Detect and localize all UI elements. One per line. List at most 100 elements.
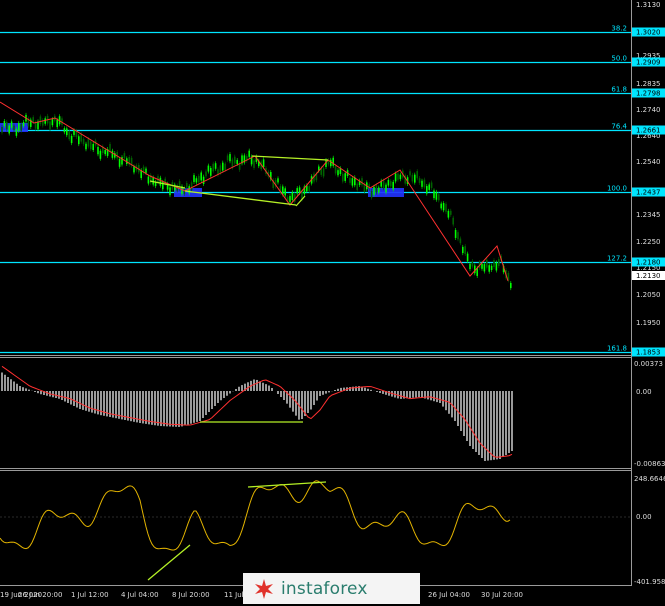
candle-body — [335, 166, 337, 173]
candle-body — [23, 122, 25, 126]
macd-bar — [433, 391, 435, 401]
macd-bar — [430, 391, 432, 400]
candle-body — [388, 180, 390, 186]
candle-body — [296, 188, 298, 193]
candle-body — [119, 159, 121, 167]
candle-body — [78, 136, 80, 144]
candle-body — [450, 211, 452, 215]
macd-bar — [409, 391, 411, 398]
macd-bar — [67, 391, 69, 403]
fib-price-label: 1.3020 — [636, 29, 661, 37]
logo-icon — [253, 578, 275, 600]
macd-bar — [496, 391, 498, 459]
macd-bar — [76, 391, 78, 408]
macd-bar — [256, 380, 258, 391]
macd-bar — [169, 391, 171, 427]
candle-body — [92, 144, 94, 150]
candle-body — [112, 151, 114, 158]
macd-bar — [295, 391, 297, 416]
macd-bar — [124, 391, 126, 420]
candle-body — [191, 182, 193, 190]
candle-body — [97, 147, 99, 154]
macd-bar — [427, 391, 429, 399]
candle-body — [52, 119, 54, 125]
macd-bar — [364, 388, 366, 391]
candle-body — [330, 160, 332, 166]
candle-body — [215, 163, 217, 169]
macd-bar — [151, 391, 153, 425]
candle-body — [145, 169, 147, 173]
candle-body — [392, 182, 394, 190]
macd-bar — [283, 391, 285, 400]
trading-chart[interactable]: 1.3130 1.2935 1.2835 1.2740 1.2640 1.254… — [0, 0, 665, 604]
candle-body — [457, 232, 459, 239]
macd-bar — [382, 391, 384, 394]
candle-body — [448, 211, 450, 218]
macd-bar — [340, 388, 342, 391]
price-tick-label: 1.1950 — [636, 319, 661, 327]
candle-body — [44, 118, 46, 123]
macd-bar — [181, 391, 183, 426]
macd-bar — [136, 391, 138, 422]
candle-body — [248, 151, 250, 157]
instaforex-logo: instaforex — [243, 573, 420, 604]
candle-body — [462, 247, 464, 253]
candle-body — [438, 194, 440, 200]
candle-body — [253, 160, 255, 168]
macd-bar — [466, 391, 468, 441]
macd-bar — [202, 391, 204, 418]
candle-body — [342, 174, 344, 182]
macd-bar — [229, 391, 231, 394]
current-price-tag: 1.2130 — [632, 271, 665, 280]
time-tick-label: 11 Jul — [224, 591, 244, 599]
macd-bar — [499, 391, 501, 459]
macd-bar — [211, 391, 213, 409]
candle-body — [169, 187, 171, 195]
macd-bar — [154, 391, 156, 425]
macd-bar — [64, 391, 66, 402]
macd-bar — [436, 391, 438, 402]
macd-bar — [508, 391, 510, 453]
chart-canvas[interactable]: 1.3130 1.2935 1.2835 1.2740 1.2640 1.254… — [0, 0, 665, 604]
candle-body — [378, 188, 380, 193]
candle-body — [433, 191, 435, 199]
macd-bar — [502, 391, 504, 457]
fib-price-label: 1.1853 — [636, 349, 661, 357]
macd-bar — [127, 391, 129, 421]
candle-body — [412, 175, 414, 182]
candle-body — [263, 159, 265, 167]
macd-bar — [241, 385, 243, 391]
time-tick-label: 8 Jul 20:00 — [172, 591, 210, 599]
macd-bar — [1, 373, 3, 392]
candle-body — [6, 122, 8, 129]
candle-body — [385, 185, 387, 193]
macd-bar — [463, 391, 465, 436]
macd-bar — [163, 391, 165, 426]
macd-bar — [22, 387, 24, 391]
macd-bar — [79, 391, 81, 409]
fib-level-name: 76.4 — [611, 123, 627, 131]
macd-bar — [112, 391, 114, 418]
candle-body — [49, 121, 51, 129]
macd-bar — [472, 391, 474, 449]
macd-bar — [166, 391, 168, 426]
macd-bar — [379, 391, 381, 393]
macd-bar — [130, 391, 132, 421]
candle-body — [56, 120, 58, 127]
macd-bar — [61, 391, 63, 400]
fib-level-name: 50.0 — [611, 55, 627, 63]
candle-body — [11, 121, 13, 127]
macd-tick-label: -0.00863 — [634, 460, 665, 468]
candle-body — [200, 172, 202, 180]
price-tick-label: 1.3130 — [636, 1, 661, 9]
macd-bar — [172, 391, 174, 427]
macd-bar — [10, 379, 12, 391]
candle-body — [361, 178, 363, 185]
time-tick-label: 4 Jul 04:00 — [121, 591, 159, 599]
macd-bar — [208, 391, 210, 412]
candle-body — [73, 130, 75, 135]
macd-bar — [442, 391, 444, 407]
macd-bar — [307, 391, 309, 413]
macd-bar — [292, 391, 294, 412]
macd-bar — [139, 391, 141, 423]
